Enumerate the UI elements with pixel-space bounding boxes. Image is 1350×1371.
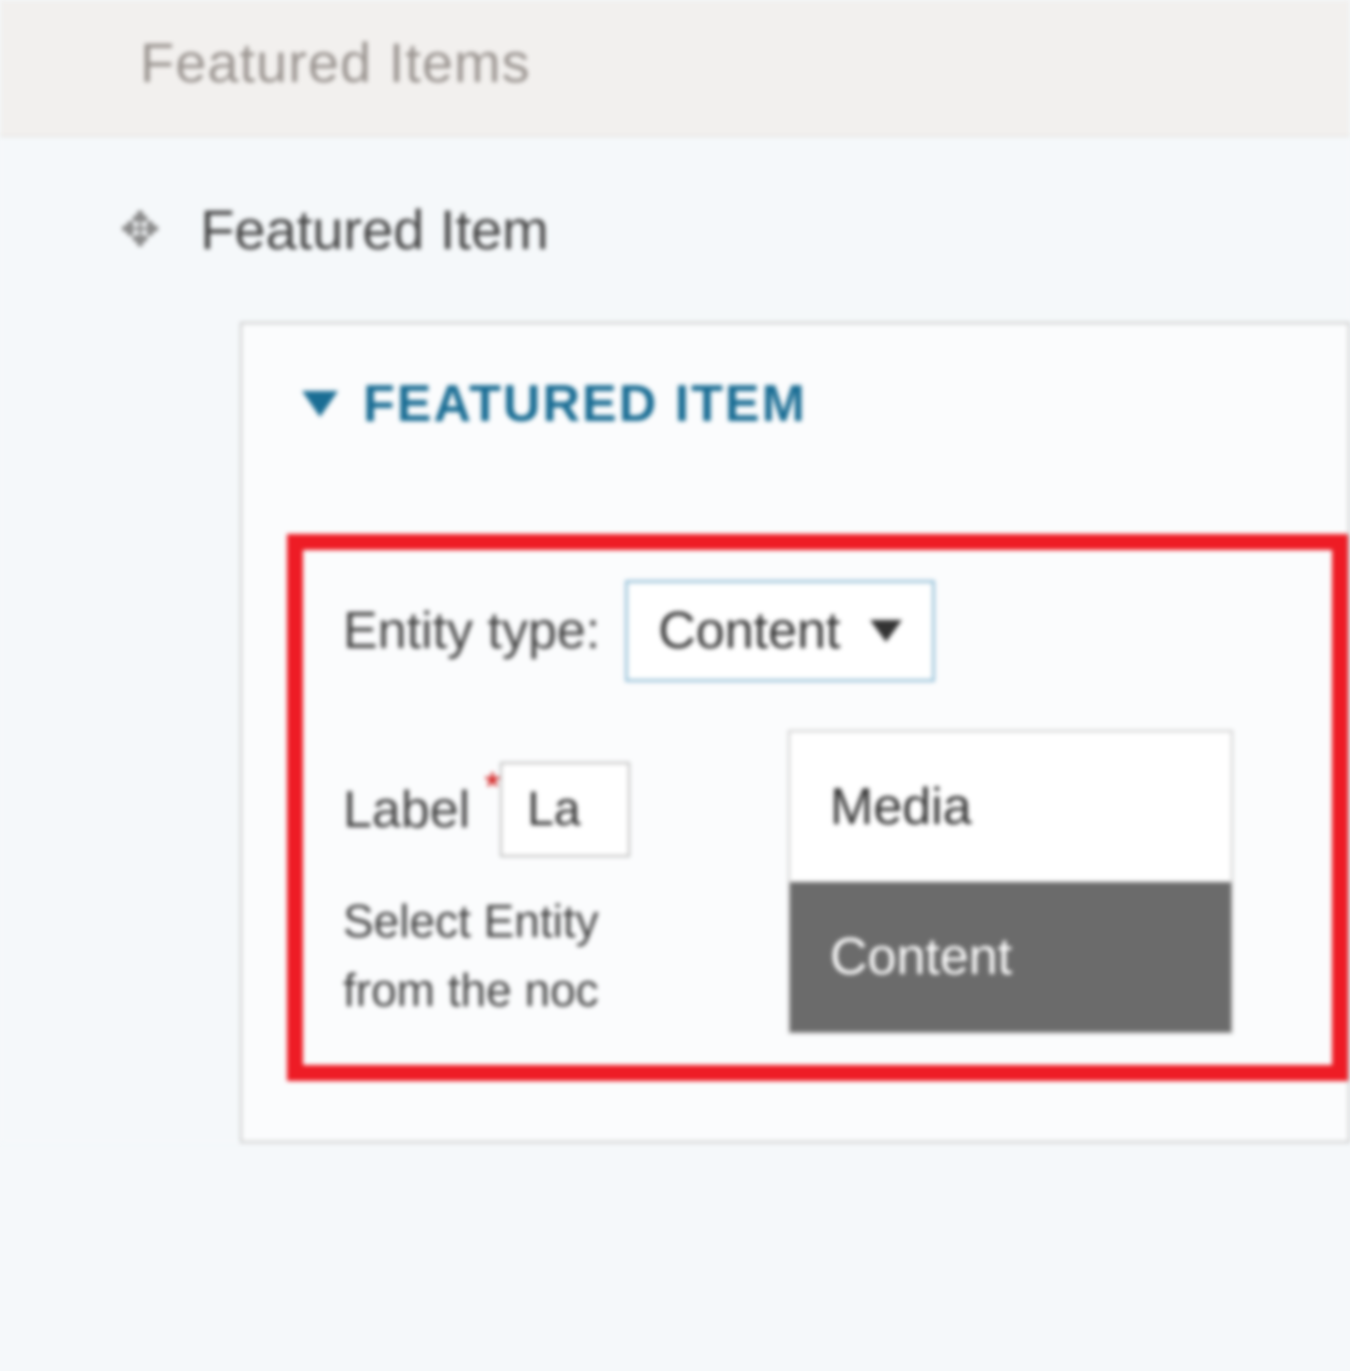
dropdown-option-media[interactable]: Media <box>790 732 1231 882</box>
help-text-part: from the noc <box>343 956 599 1025</box>
entity-type-select[interactable]: Content <box>625 580 935 682</box>
fieldset-title: FEATURED ITEM <box>363 374 807 434</box>
label-input[interactable] <box>500 762 630 857</box>
collapsible-header[interactable]: FEATURED ITEM <box>302 374 1348 434</box>
draggable-label: Featured Item <box>200 197 549 262</box>
triangle-down-icon <box>302 391 338 417</box>
draggable-item-row[interactable]: ✥ Featured Item <box>120 197 1350 262</box>
section-header: Featured Items <box>0 0 1350 137</box>
section-title: Featured Items <box>140 30 1305 95</box>
highlight-annotation: Entity type: Content Label 181541 Select… <box>287 534 1348 1081</box>
entity-type-dropdown[interactable]: Media Content <box>788 730 1233 1034</box>
help-text-part: Select Entity <box>343 887 599 956</box>
dropdown-option-content[interactable]: Content <box>790 882 1231 1032</box>
entity-type-row: Entity type: Content <box>343 580 1332 682</box>
label-field-label: Label <box>343 780 470 840</box>
fieldset-panel: FEATURED ITEM Entity type: Content Label… <box>240 322 1350 1143</box>
move-icon[interactable]: ✥ <box>120 202 160 258</box>
select-value: Content <box>658 601 840 661</box>
entity-type-label: Entity type: <box>343 601 600 661</box>
chevron-down-icon <box>870 620 902 642</box>
content-area: ✥ Featured Item FEATURED ITEM Entity typ… <box>0 137 1350 1143</box>
